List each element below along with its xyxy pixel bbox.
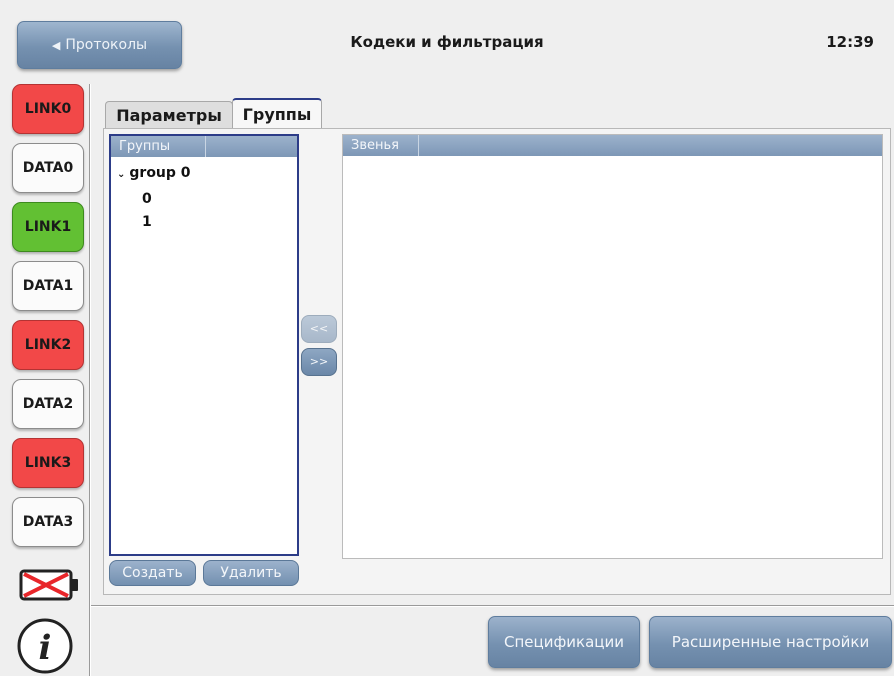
specifications-button[interactable]: Спецификации: [488, 616, 640, 668]
groups-column-header: Группы: [111, 136, 206, 157]
groups-tab-content: Группы ⌄ group 0 0 1 << >> Звенья Создать…: [103, 128, 891, 595]
bottom-bar: Спецификации Расширенные настройки: [91, 607, 894, 676]
port-data1[interactable]: DATA1: [12, 261, 84, 311]
tree-node-label: group 0: [129, 165, 191, 181]
tab-groups[interactable]: Группы: [232, 98, 322, 129]
advanced-settings-button[interactable]: Расширенные настройки: [649, 616, 892, 668]
tree-child-item[interactable]: 1: [142, 214, 152, 230]
port-link1[interactable]: LINK1: [12, 202, 84, 252]
tree-child-item[interactable]: 0: [142, 191, 152, 207]
port-link0[interactable]: LINK0: [12, 84, 84, 134]
port-link2[interactable]: LINK2: [12, 320, 84, 370]
links-list[interactable]: Звенья: [342, 134, 883, 559]
chevron-down-icon[interactable]: ⌄: [117, 169, 125, 180]
info-icon[interactable]: i: [16, 617, 74, 675]
port-sidebar: LINK0 DATA0 LINK1 DATA1 LINK2 DATA2 LINK…: [0, 84, 90, 676]
move-right-button[interactable]: >>: [301, 348, 337, 376]
port-data2[interactable]: DATA2: [12, 379, 84, 429]
page-title: Кодеки и фильтрация: [350, 33, 544, 51]
port-data3[interactable]: DATA3: [12, 497, 84, 547]
main-panel: Параметры Группы Группы ⌄ group 0 0 1 << …: [91, 84, 894, 606]
delete-group-button[interactable]: Удалить: [203, 560, 299, 586]
port-data0[interactable]: DATA0: [12, 143, 84, 193]
clock: 12:39: [826, 33, 874, 51]
links-header-filler: [419, 135, 882, 156]
groups-list[interactable]: Группы ⌄ group 0 0 1: [109, 134, 299, 556]
create-group-button[interactable]: Создать: [109, 560, 196, 586]
tab-parameters[interactable]: Параметры: [105, 101, 233, 128]
svg-text:i: i: [39, 628, 52, 668]
move-left-button[interactable]: <<: [301, 315, 337, 343]
links-column-header: Звенья: [343, 135, 419, 156]
header-bar: ◀ Протоколы Кодеки и фильтрация 12:39: [0, 0, 894, 84]
port-link3[interactable]: LINK3: [12, 438, 84, 488]
groups-header-filler: [206, 136, 297, 157]
battery-empty-icon: [19, 569, 78, 601]
tree-node-group[interactable]: ⌄ group 0: [117, 165, 191, 181]
